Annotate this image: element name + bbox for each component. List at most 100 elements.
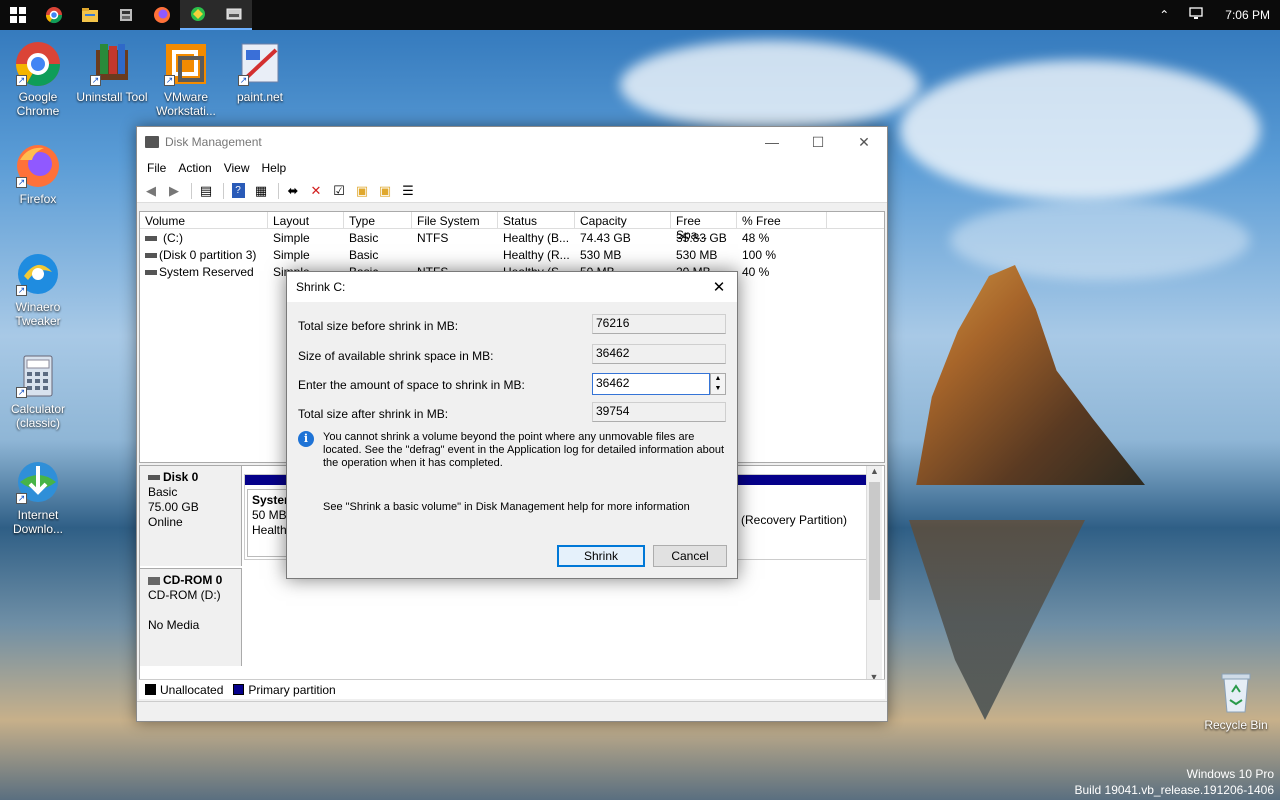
dialog-title: Shrink C: <box>296 280 346 294</box>
desktop-icon-label: Google Chrome <box>16 90 60 118</box>
taskbar-disk-management-icon[interactable] <box>216 0 252 30</box>
stepper-up-icon[interactable]: ▲ <box>711 374 725 384</box>
delete-icon[interactable]: ✕ <box>306 182 326 200</box>
desktop-icon-internet-download[interactable]: ↗ Internet Downlo... <box>0 458 76 536</box>
window-titlebar[interactable]: Disk Management — ☐ ✕ <box>137 127 887 157</box>
desktop-icon-label: Firefox <box>19 192 57 206</box>
disk-pane-scrollbar[interactable]: ▲ ▼ <box>866 466 882 686</box>
stepper-down-icon[interactable]: ▼ <box>711 384 725 394</box>
shrink-amount-input[interactable]: 36462 <box>592 373 710 395</box>
partition-recovery[interactable]: (Recovery Partition) <box>739 489 867 557</box>
shortcut-arrow-icon: ↗ <box>16 177 27 188</box>
table-row[interactable]: (C:) Simple Basic NTFS Healthy (B... 74.… <box>140 229 884 246</box>
disk0-size: 75.00 GB <box>148 500 199 514</box>
desktop-icon-calculator[interactable]: ↗ Calculator (classic) <box>0 352 76 430</box>
system-tray: ⌃ 7:06 PM <box>1149 0 1280 30</box>
desktop-icon-uninstall-tool[interactable]: ↗ Uninstall Tool <box>74 40 150 104</box>
taskbar-app-icon[interactable] <box>108 0 144 30</box>
cdrom-info[interactable]: CD-ROM 0 CD-ROM (D:) No Media <box>140 568 242 666</box>
minimize-button[interactable]: — <box>749 127 795 157</box>
back-arrow-icon[interactable]: ◀ <box>141 182 161 200</box>
watermark-edition: Windows 10 Pro <box>1186 767 1274 781</box>
desktop-icon-label: VMware Workstati... <box>156 90 216 118</box>
table-cell: 35.83 GB <box>676 230 727 245</box>
label-total-before: Total size before shrink in MB: <box>298 319 459 333</box>
shrink-dialog: Shrink C: ✕ Total size before shrink in … <box>286 271 738 579</box>
label-available: Size of available shrink space in MB: <box>298 349 494 363</box>
properties-icon[interactable]: ▦ <box>251 182 271 200</box>
table-cell: NTFS <box>417 230 449 245</box>
forward-arrow-icon[interactable]: ▶ <box>164 182 184 200</box>
wallpaper-island-reflection <box>909 520 1085 720</box>
column-header-status[interactable]: Status <box>498 212 575 228</box>
legend-swatch-primary <box>233 684 245 695</box>
help-text: See "Shrink a basic volume" in Disk Mana… <box>323 501 690 513</box>
column-header-file-system[interactable]: File System <box>412 212 498 228</box>
toolbar: ◀ ▶ ▤ ? ▦ ⬌ ✕ ☑ ▣ ▣ ☰ <box>137 179 887 203</box>
table-cell: Basic <box>349 247 379 262</box>
taskbar-chrome-icon[interactable] <box>36 0 72 30</box>
field-available: 36462 <box>592 344 726 364</box>
disk0-info[interactable]: Disk 0 Basic 75.00 GB Online <box>140 466 242 566</box>
maximize-button[interactable]: ☐ <box>795 127 841 157</box>
column-header-layout[interactable]: Layout <box>268 212 344 228</box>
clock-time[interactable]: 7:06 PM <box>1225 8 1270 22</box>
taskbar-file-explorer-icon[interactable] <box>72 0 108 30</box>
scrollbar-thumb[interactable] <box>869 482 880 600</box>
desktop-icon-recycle-bin[interactable]: Recycle Bin <box>1198 668 1274 732</box>
cdrom-media: No Media <box>148 618 200 632</box>
cdrom-type: CD-ROM (D:) <box>148 588 221 602</box>
table-cell: System Reserved <box>159 264 254 279</box>
column-header-volume[interactable]: Volume <box>140 212 268 228</box>
disk0-type: Basic <box>148 485 178 499</box>
table-cell: Healthy (R... <box>503 247 570 262</box>
help-icon[interactable]: ? <box>228 182 248 200</box>
desktop-icon-google-chrome[interactable]: ↗ Google Chrome <box>0 40 76 118</box>
connect-drive-icon[interactable]: ⬌ <box>283 182 303 200</box>
column-header-free-space[interactable]: Free Spa... <box>671 212 737 242</box>
desktop-icon-vmware[interactable]: ↗ VMware Workstati... <box>148 40 224 118</box>
chevron-up-icon[interactable]: ▲ <box>867 466 882 480</box>
checklist-icon[interactable]: ☑ <box>329 182 349 200</box>
folder-up-icon[interactable]: ▣ <box>352 182 372 200</box>
wallpaper-cloud <box>900 60 1260 200</box>
menu-help[interactable]: Help <box>256 161 293 175</box>
dialog-close-icon[interactable]: ✕ <box>707 276 731 298</box>
table-cell: 530 MB <box>676 247 718 262</box>
list-view-icon[interactable]: ☰ <box>398 182 418 200</box>
taskbar-firefox-icon[interactable] <box>144 0 180 30</box>
menu-view[interactable]: View <box>218 161 256 175</box>
dialog-titlebar[interactable]: Shrink C: <box>287 272 737 302</box>
desktop-icon-paint-net[interactable]: ↗ paint.net <box>222 40 298 104</box>
wallpaper-island <box>916 265 1145 485</box>
folder-search-icon[interactable]: ▣ <box>375 182 395 200</box>
menu-action[interactable]: Action <box>172 161 217 175</box>
table-cell: 48 % <box>742 230 770 245</box>
desktop-icon-winaero-tweaker[interactable]: ↗ Winaero Tweaker <box>0 250 76 328</box>
column-header-capacity[interactable]: Capacity <box>575 212 671 228</box>
toolbar-separator <box>223 182 224 199</box>
shortcut-arrow-icon: ↗ <box>16 387 27 398</box>
info-text: You cannot shrink a volume beyond the po… <box>323 431 725 469</box>
table-cell: Basic <box>349 230 379 245</box>
network-icon[interactable] <box>1189 6 1205 24</box>
menu-file[interactable]: File <box>141 161 172 175</box>
desktop-icon-label: Uninstall Tool <box>76 90 148 104</box>
close-button[interactable]: ✕ <box>841 127 887 157</box>
cancel-button[interactable]: Cancel <box>653 545 727 567</box>
shrink-button[interactable]: Shrink <box>557 545 645 567</box>
legend-primary: Primary partition <box>248 682 336 697</box>
column-header-percent-free[interactable]: % Free <box>737 212 827 228</box>
chevron-up-icon[interactable]: ⌃ <box>1159 8 1169 22</box>
shrink-amount-stepper[interactable]: ▲ ▼ <box>710 373 726 395</box>
table-row[interactable]: (Disk 0 partition 3) Simple Basic Health… <box>140 246 884 263</box>
desktop-icon-firefox[interactable]: ↗ Firefox <box>0 142 76 206</box>
legend-unallocated: Unallocated <box>160 682 224 697</box>
toolbar-separator <box>278 182 279 199</box>
column-header-type[interactable]: Type <box>344 212 412 228</box>
taskbar-winaero-icon[interactable] <box>180 0 216 30</box>
start-button[interactable] <box>0 0 36 30</box>
show-hide-tree-icon[interactable]: ▤ <box>196 182 216 200</box>
watermark-build: Build 19041.vb_release.191206-1406 <box>1074 783 1275 797</box>
desktop-icon-label: Winaero Tweaker <box>15 300 61 328</box>
